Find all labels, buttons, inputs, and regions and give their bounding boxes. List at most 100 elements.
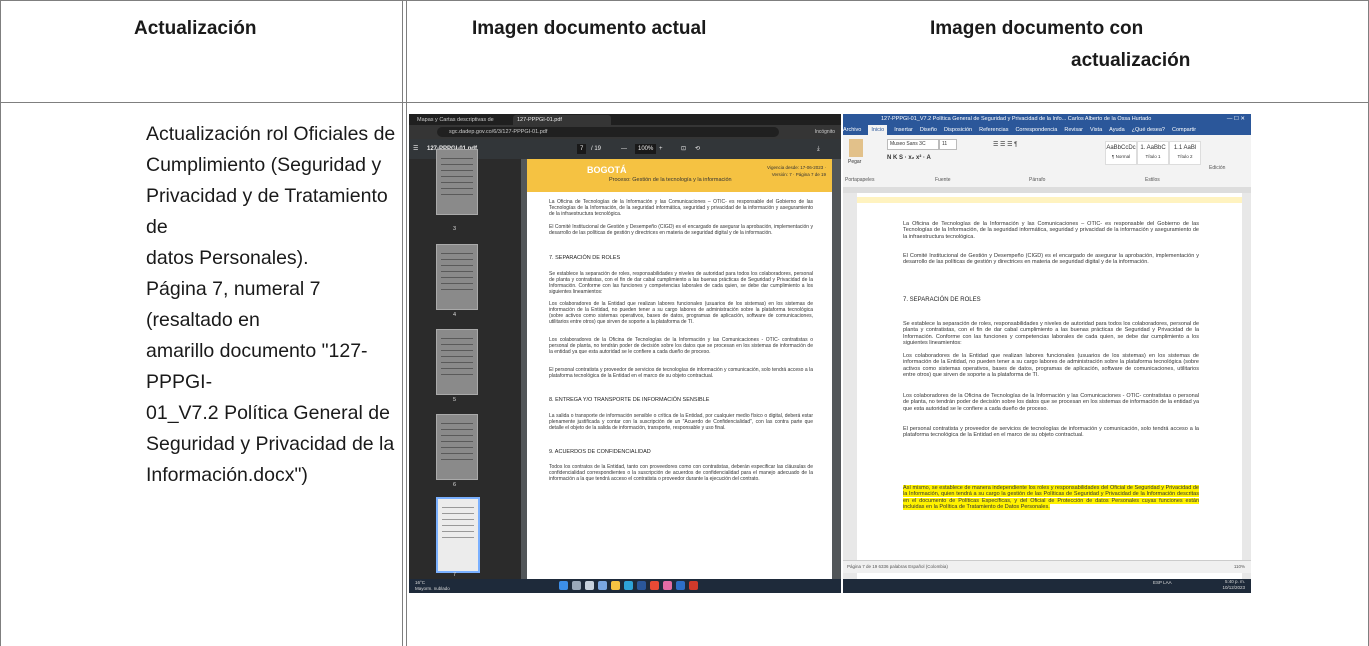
page-number-input[interactable]: 7 — [577, 144, 587, 154]
description-line: Cumplimiento (Seguridad y — [146, 154, 382, 176]
page-thumbnail[interactable] — [436, 414, 478, 480]
page-thumbnail[interactable] — [436, 244, 478, 310]
zoom-in-icon[interactable]: + — [659, 139, 663, 159]
store-icon[interactable] — [637, 581, 646, 590]
download-icon[interactable]: ⤓ — [817, 139, 820, 159]
column-divider-1b — [406, 0, 407, 646]
menu-revisar[interactable]: Revisar — [1064, 125, 1083, 135]
description-line: datos Personales). — [146, 247, 309, 269]
paragraph: Los colaboradores de la Oficina de Tecno… — [903, 393, 1199, 412]
system-clock[interactable]: 5:40 p. m. 10/12/2023 — [1222, 579, 1245, 591]
menu-diseno[interactable]: Diseño — [920, 125, 937, 135]
description-line: Privacidad y de Tratamiento de — [146, 185, 388, 238]
description-line: amarillo documento "127-PPPGI- — [146, 340, 368, 393]
group-label: Portapapeles — [845, 177, 875, 183]
paragraph: Los colaboradores de la Entidad que real… — [903, 353, 1199, 379]
browser-tab-active[interactable]: 127-PPPGI-01.pdf — [513, 115, 611, 125]
search-icon[interactable] — [572, 581, 581, 590]
paste-icon[interactable] — [849, 139, 863, 157]
group-label: Estilos — [1145, 177, 1160, 183]
paragraph: Los colaboradores de la Entidad que real… — [549, 301, 813, 325]
group-label: Párrafo — [1029, 177, 1046, 183]
edge-icon[interactable] — [624, 581, 633, 590]
word-taskbar-icon[interactable] — [676, 581, 685, 590]
menu-icon[interactable]: ☰ — [413, 139, 418, 159]
menu-referencias[interactable]: Referencias — [979, 125, 1008, 135]
group-label: Edición — [1209, 165, 1226, 171]
url-input[interactable]: sgc.dadep.gov.co/6/3/127-PPPGI-01.pdf — [437, 127, 779, 137]
windows-taskbar: 16°C Mayorm. nublado — [409, 579, 841, 593]
word-document-page[interactable]: La Oficina de Tecnologías de la Informac… — [857, 193, 1242, 581]
menu-vista[interactable]: Vista — [1090, 125, 1102, 135]
paragraph-buttons-icon[interactable]: ☰ ☰ ☰ ¶ — [993, 141, 1017, 148]
thumbnail-number: 3 — [453, 226, 457, 232]
page-thumbnail-active[interactable] — [436, 497, 480, 573]
font-name-select[interactable]: Museo Sans 3C — [887, 139, 939, 150]
browser-tab[interactable]: Mapas y Cartas descriptivas de — [413, 115, 517, 125]
page-thumbnail[interactable] — [436, 329, 478, 395]
style-normal[interactable]: AaBbCcDc ¶ Normal — [1105, 141, 1137, 165]
paragraph: El personal contratista y proveedor de s… — [903, 426, 1199, 439]
paragraph: El Comité Institucional de Gestión y Des… — [903, 253, 1199, 266]
tell-me-input[interactable]: ¿Qué desea? — [1132, 125, 1165, 135]
style-titulo-1[interactable]: 1. AaBbC Título 1 — [1137, 141, 1169, 165]
paragraph: El personal contratista y proveedor de s… — [549, 367, 813, 379]
zoom-out-icon[interactable]: — — [621, 139, 627, 159]
style-titulo-2[interactable]: 1.1 AaBl Título 2 — [1169, 141, 1201, 165]
paragraph: La salida o transporte de información se… — [549, 413, 813, 431]
zoom-level[interactable]: 100% — [635, 144, 657, 154]
header-strip — [857, 197, 1242, 203]
file-explorer-icon[interactable] — [611, 581, 620, 590]
header-imagen-actual: Imagen documento actual — [472, 18, 707, 39]
current-document-screenshot: Mapas y Cartas descriptivas de 127-PPPGI… — [409, 114, 841, 593]
menu-correspondencia[interactable]: Correspondencia — [1015, 125, 1057, 135]
incognito-label: Incógnito — [814, 129, 835, 135]
language-indicator[interactable]: ESP LAA — [1153, 580, 1172, 586]
menu-ayuda[interactable]: Ayuda — [1109, 125, 1125, 135]
chrome-icon[interactable] — [650, 581, 659, 590]
app-icon[interactable] — [663, 581, 672, 590]
menu-archivo[interactable]: Archivo — [843, 125, 861, 135]
start-icon[interactable] — [559, 581, 568, 590]
thumbnail-number: 7 — [453, 572, 457, 578]
section-heading: 7. SEPARACIÓN DE ROLES — [903, 297, 981, 303]
section-heading: 7. SEPARACIÓN DE ROLES — [549, 255, 621, 261]
menu-insertar[interactable]: Insertar — [894, 125, 913, 135]
word-status-bar: Página 7 de 19 6336 palabras Español (Co… — [843, 560, 1251, 573]
description-line: Información.docx") — [146, 464, 308, 486]
paragraph: Todos los contratos de la Entidad, tanto… — [549, 464, 813, 482]
window-controls-icon[interactable]: — ☐ ✕ — [1227, 114, 1245, 125]
process-label: Proceso: Gestión de la tecnología y la i… — [609, 177, 732, 183]
description-line: 01_V7.2 Política General de — [146, 402, 390, 424]
menu-inicio[interactable]: Inicio — [868, 125, 888, 135]
weather-widget[interactable]: 16°C Mayorm. nublado — [415, 580, 450, 592]
table-border-left — [0, 0, 1, 646]
browser-address-bar: sgc.dadep.gov.co/6/3/127-PPPGI-01.pdf In… — [409, 125, 841, 139]
paragraph: La Oficina de Tecnologías de la Informac… — [549, 199, 813, 217]
thumbnail-number: 5 — [453, 397, 457, 403]
description-line: Seguridad y Privacidad de la — [146, 433, 395, 455]
zoom-level[interactable]: 110% — [1234, 561, 1245, 573]
share-button[interactable]: Compartir — [1172, 125, 1196, 135]
header-imagen-actualizada-line1: Imagen documento con — [930, 18, 1144, 39]
page-header: BOGOTÁ Proceso: Gestión de la tecnología… — [527, 159, 832, 192]
update-description: Actualización rol Oficiales de Cumplimie… — [146, 119, 396, 491]
fit-page-icon[interactable]: ⊡ — [681, 139, 686, 159]
highlighted-text: Así mismo, se establece de manera indepe… — [903, 485, 1199, 511]
rotate-icon[interactable]: ⟲ — [695, 139, 700, 159]
section-heading: 9. ACUERDOS DE CONFIDENCIALIDAD — [549, 449, 651, 455]
task-view-icon[interactable] — [585, 581, 594, 590]
word-ribbon: Pegar Museo Sans 3C 11 N K S · x₂ x² · A… — [843, 135, 1251, 188]
page-thumbnail[interactable] — [436, 149, 478, 215]
browser-tab-bar: Mapas y Cartas descriptivas de 127-PPPGI… — [409, 114, 841, 125]
paragraph: Se establece la separación de roles, res… — [549, 271, 813, 295]
font-size-select[interactable]: 11 — [939, 139, 957, 150]
format-buttons-icon[interactable]: N K S · x₂ x² · A — [887, 155, 931, 161]
menu-disposicion[interactable]: Disposición — [944, 125, 972, 135]
pdf-taskbar-icon[interactable] — [689, 581, 698, 590]
teams-icon[interactable] — [598, 581, 607, 590]
header-actualizacion: Actualización — [134, 18, 257, 39]
word-title-bar: 127-PPPGI-01_V7.2 Política General de Se… — [843, 114, 1251, 125]
updated-document-screenshot: 127-PPPGI-01_V7.2 Política General de Se… — [843, 114, 1251, 593]
paragraph: El Comité Institucional de Gestión y Des… — [549, 224, 813, 236]
